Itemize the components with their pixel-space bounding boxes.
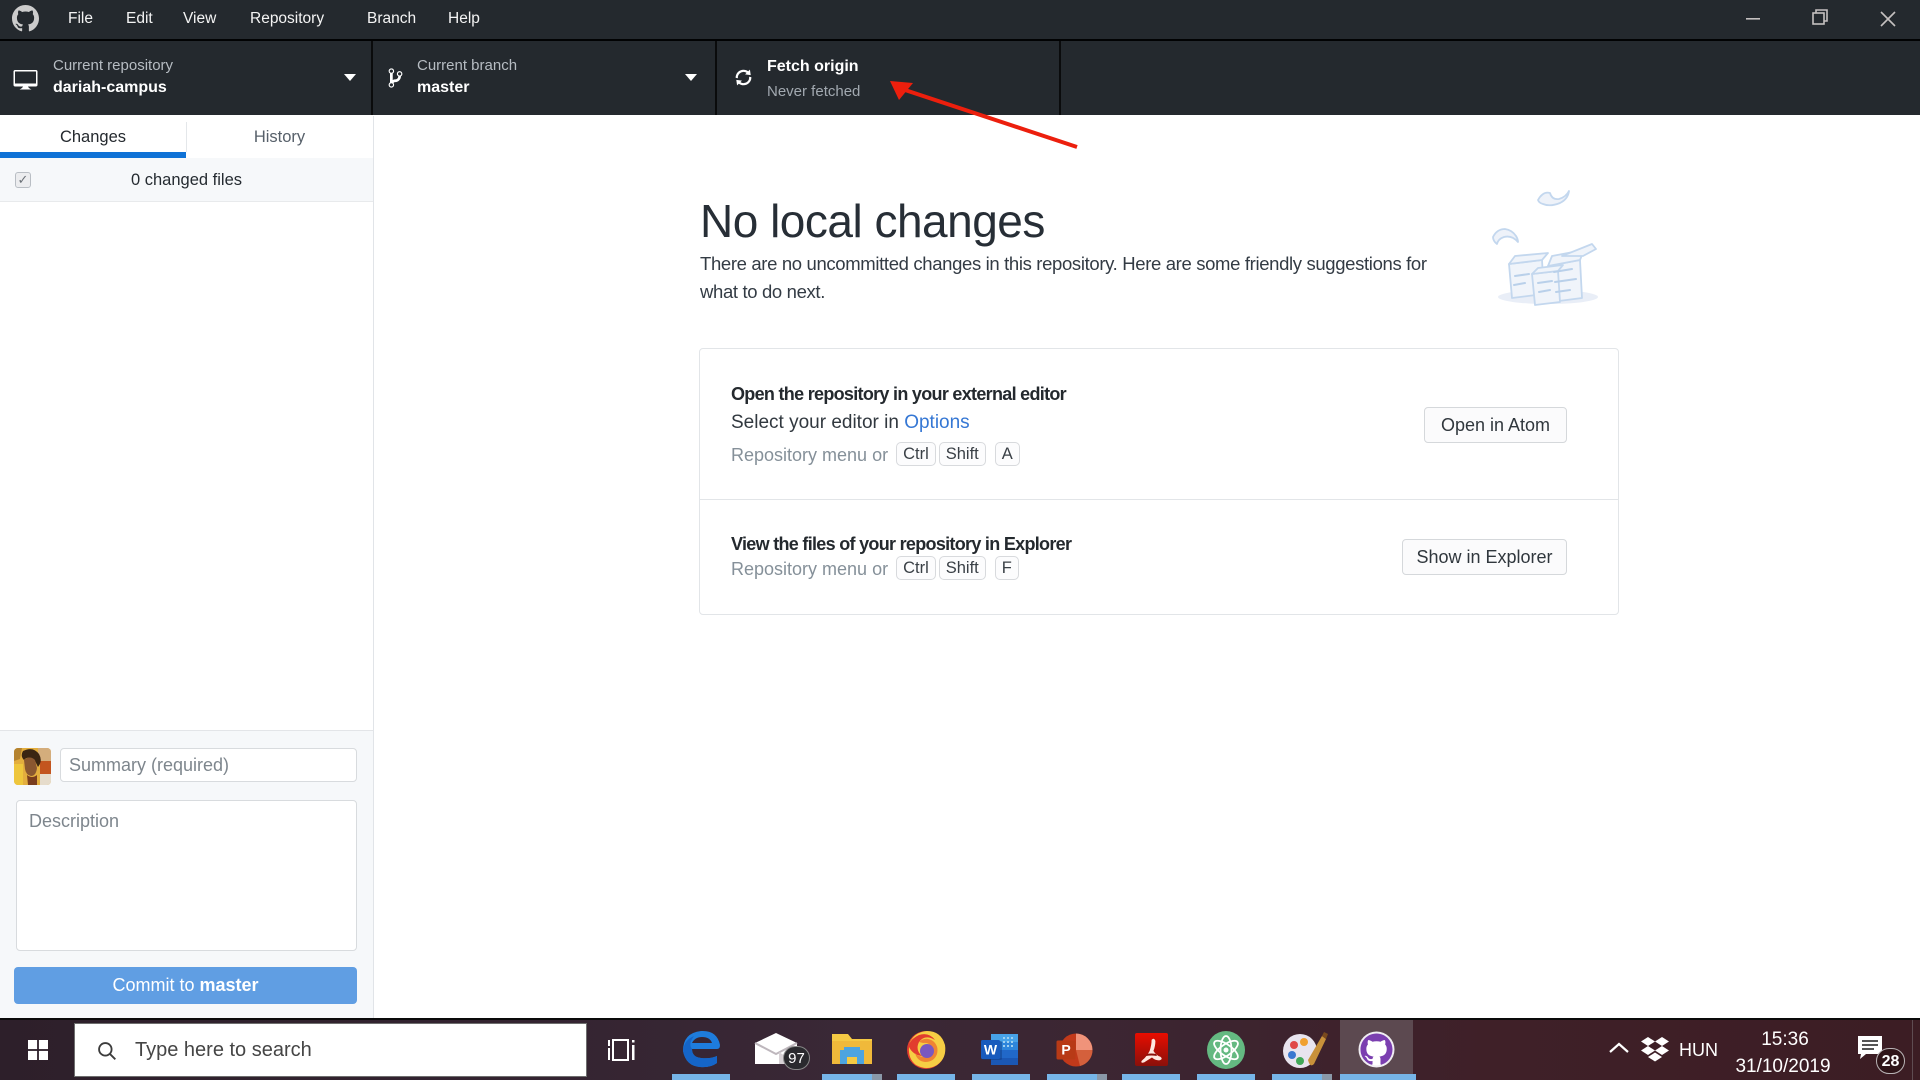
svg-text:P: P: [1061, 1042, 1070, 1058]
svg-text:W: W: [984, 1042, 998, 1058]
